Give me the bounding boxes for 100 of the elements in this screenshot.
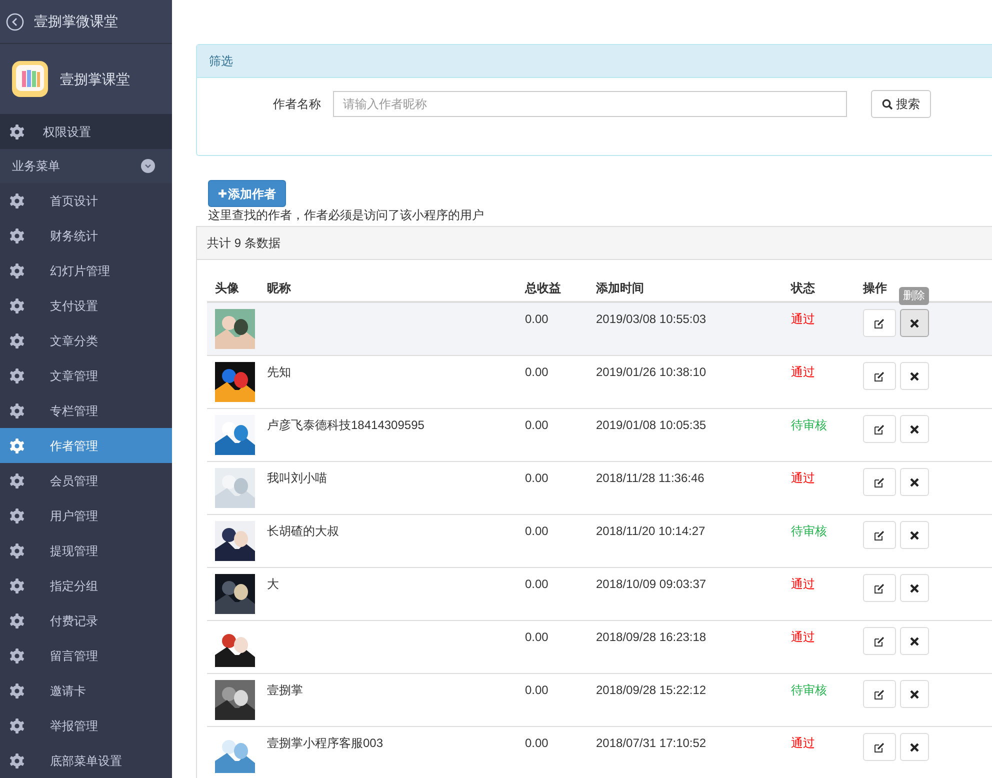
status-text: 通过 (791, 630, 815, 644)
delete-button[interactable] (900, 574, 929, 602)
time: 2018/11/20 10:14:27 (596, 524, 706, 538)
gear-icon (9, 262, 25, 278)
edit-button[interactable] (863, 362, 896, 390)
gear-icon (9, 648, 25, 664)
search-icon (882, 98, 893, 110)
menu-group-header[interactable]: 业务菜单 (0, 149, 172, 183)
column-header: 头像 (215, 280, 239, 294)
nickname: 壹捌掌 (267, 683, 303, 697)
column-header: 操作 (863, 280, 887, 294)
close-icon (910, 372, 919, 380)
edit-icon (874, 636, 885, 646)
close-icon (910, 478, 919, 486)
nickname: 先知 (267, 365, 291, 379)
delete-button[interactable] (900, 733, 929, 761)
edit-icon (874, 476, 885, 488)
status-text: 通过 (791, 577, 815, 591)
edit-button[interactable] (863, 680, 896, 708)
close-icon (910, 742, 919, 752)
field-label: 作者名称 (272, 96, 322, 113)
gear-icon (9, 578, 25, 594)
nickname: 壹捌掌小程序客服003 (267, 736, 384, 750)
gear-icon (9, 752, 25, 768)
gear-icon (9, 718, 25, 734)
close-icon (910, 636, 919, 646)
record-count: 共计 9 条数据 (207, 235, 280, 252)
gear-icon (9, 438, 25, 454)
income: 0.00 (525, 577, 548, 591)
sidebar-item[interactable]: 权限设置 (0, 114, 172, 150)
close-icon (910, 318, 919, 328)
income: 0.00 (525, 524, 548, 538)
author-name-field[interactable]: 请输入作者昵称 (333, 91, 847, 117)
sidebar-title: 壹捌掌微课堂 (34, 12, 118, 31)
gear-icon (9, 682, 25, 698)
column-header: 状态 (791, 280, 815, 294)
edit-icon (874, 370, 885, 382)
gear-icon (9, 124, 25, 140)
delete-button[interactable] (900, 627, 929, 655)
income: 0.00 (525, 471, 548, 485)
delete-button[interactable] (900, 680, 929, 708)
time: 2019/03/08 10:55:03 (596, 312, 706, 326)
edit-button[interactable] (863, 521, 896, 549)
time: 2019/01/26 10:38:10 (596, 365, 706, 379)
edit-button[interactable] (863, 627, 896, 655)
gear-icon (9, 508, 25, 524)
income: 0.00 (525, 365, 548, 379)
time: 2018/07/31 17:10:52 (596, 736, 706, 750)
status-text: 待审核 (791, 524, 827, 538)
gear-icon (9, 612, 25, 628)
income: 0.00 (525, 736, 548, 750)
delete-button[interactable] (900, 468, 929, 496)
add-author-button[interactable]: 添加作者 (208, 180, 286, 207)
delete-button[interactable] (900, 521, 929, 549)
app-logo-icon (12, 61, 48, 98)
edit-button[interactable] (863, 733, 896, 761)
delete-button[interactable] (900, 415, 929, 443)
back-icon[interactable] (6, 12, 24, 30)
delete-button[interactable] (900, 309, 929, 337)
edit-button[interactable] (863, 574, 896, 602)
edit-button[interactable] (863, 415, 896, 443)
column-header: 昵称 (267, 280, 291, 294)
time: 2018/09/28 15:22:12 (596, 683, 706, 697)
nickname: 我叫刘小喵 (267, 471, 327, 485)
edit-button[interactable] (863, 468, 896, 496)
edit-icon (874, 424, 885, 434)
tooltip: 删除 (899, 287, 929, 305)
edit-icon (874, 530, 885, 540)
close-icon (910, 530, 919, 540)
gear-icon (9, 298, 25, 314)
time: 2019/01/08 10:05:35 (596, 418, 706, 432)
gear-icon (9, 228, 25, 244)
plus-icon (218, 189, 227, 198)
gear-icon (9, 542, 25, 558)
edit-button[interactable] (863, 309, 896, 337)
app-name: 壹捌掌课堂 (60, 70, 130, 89)
nickname: 大 (267, 577, 279, 591)
delete-button[interactable] (900, 362, 929, 390)
search-button[interactable]: 搜索 (871, 90, 931, 118)
time: 2018/11/28 11:36:46 (596, 471, 704, 485)
gear-icon (9, 402, 25, 418)
close-icon (910, 584, 919, 592)
edit-icon (874, 582, 885, 594)
income: 0.00 (525, 312, 548, 326)
sidebar-item[interactable]: 作者管理 (0, 428, 172, 463)
time: 2018/10/09 09:03:37 (596, 577, 706, 591)
gear-icon (9, 332, 25, 348)
status-text: 通过 (791, 736, 815, 750)
status-text: 待审核 (791, 418, 827, 432)
close-icon (910, 424, 919, 434)
gear-icon (9, 472, 25, 488)
gear-icon (9, 368, 25, 384)
edit-icon (874, 742, 885, 752)
nickname: 卢彦飞泰德科技18414309595 (267, 418, 424, 432)
edit-icon (874, 318, 885, 328)
status-text: 待审核 (791, 683, 827, 697)
status-text: 通过 (791, 471, 815, 485)
panel-title: 筛选 (209, 53, 233, 70)
status-text: 通过 (791, 365, 815, 379)
close-icon (910, 690, 919, 698)
